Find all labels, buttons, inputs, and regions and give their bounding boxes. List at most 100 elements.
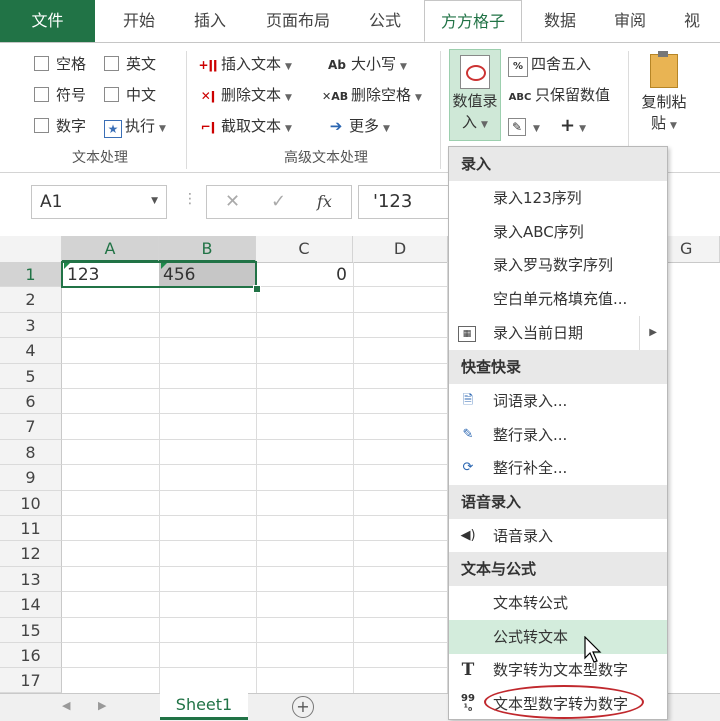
grid-line — [159, 262, 160, 693]
checkbox-space[interactable]: 空格 — [34, 51, 86, 77]
row-header[interactable]: 14 — [0, 592, 62, 618]
row-complete-icon: ⟳ — [462, 460, 474, 475]
tab-view[interactable]: 视 — [672, 0, 720, 42]
grid-line — [62, 388, 448, 389]
row-header[interactable]: 15 — [0, 617, 62, 643]
chevron-down-icon: ▼ — [533, 124, 540, 134]
tab-insert[interactable]: 插入 — [178, 0, 242, 42]
insert-text-button[interactable]: +ǀǀ 插入文本 ▼ — [198, 51, 292, 77]
checkbox-chinese[interactable]: 中文 — [104, 82, 156, 108]
speaker-icon: ◀) — [460, 528, 476, 543]
checkbox-number[interactable]: 数字 — [34, 113, 86, 139]
execute-button[interactable]: ★ 执行 ▼ — [104, 113, 166, 139]
menu-item-text-to-formula[interactable]: 文本转公式 — [449, 586, 667, 620]
chevron-down-icon: ▼ — [481, 120, 488, 130]
row-header[interactable]: 16 — [0, 643, 62, 669]
tab-review[interactable]: 审阅 — [600, 0, 660, 42]
insert-function-icon[interactable]: fx — [317, 192, 332, 211]
menu-item-roman-sequence[interactable]: 录入罗马数字序列 — [449, 248, 667, 282]
row-header[interactable]: 10 — [0, 490, 62, 516]
abc-icon: ABC — [508, 92, 532, 103]
chevron-down-icon: ▼ — [285, 93, 292, 103]
menu-item-fill-blank[interactable]: 空白单元格填充值... — [449, 282, 667, 316]
column-header-g[interactable]: G — [668, 236, 720, 262]
scroll-right-icon[interactable]: ▶ — [98, 699, 106, 712]
row-header[interactable]: 8 — [0, 439, 62, 466]
more-options-icon: ⋮ — [183, 191, 197, 207]
value-entry-button[interactable]: 数值录 入 ▼ — [449, 49, 501, 141]
column-header-d[interactable]: D — [353, 236, 448, 262]
edit-sheet-icon: ✎ — [508, 118, 526, 136]
row-header[interactable]: 2 — [0, 287, 62, 313]
tab-file[interactable]: 文件 — [0, 0, 95, 42]
round-icon: % — [508, 57, 528, 77]
row-header[interactable]: 7 — [0, 414, 62, 440]
scroll-left-icon[interactable]: ◀ — [62, 699, 70, 712]
ribbon-separator — [440, 51, 441, 169]
grid-line — [62, 362, 448, 364]
menu-item-row-complete[interactable]: ⟳ 整行补全... — [449, 451, 667, 485]
menu-section-voice: 语音录入 — [449, 485, 667, 519]
tab-formulas[interactable]: 公式 — [354, 0, 416, 42]
extract-text-button[interactable]: ⌐ǀ 截取文本 ▼ — [198, 113, 292, 139]
column-header-a[interactable]: A — [62, 236, 159, 262]
menu-item-voice-entry[interactable]: ◀) 语音录入 — [449, 519, 667, 553]
round-button[interactable]: % 四舍五入 — [508, 51, 591, 77]
grid-line — [62, 438, 448, 440]
checkbox-symbol[interactable]: 符号 — [34, 82, 86, 108]
row-header[interactable]: 11 — [0, 516, 62, 542]
cell-a1[interactable]: 123 — [67, 263, 99, 288]
checkbox-icon — [34, 118, 49, 133]
delete-text-button[interactable]: ✕ǀ 删除文本 ▼ — [198, 82, 292, 108]
value-entry-icon — [460, 55, 490, 89]
more-button[interactable]: ➔ 更多 ▼ — [326, 113, 390, 139]
cell-b1[interactable]: 456 — [163, 263, 195, 288]
add-dropdown-button[interactable]: + ▼ — [560, 113, 586, 139]
cancel-icon[interactable]: ✕ — [225, 191, 240, 212]
menu-item-current-date[interactable]: ▦ 录入当前日期 ▶ — [449, 316, 667, 350]
row-header[interactable]: 5 — [0, 363, 62, 389]
tab-data[interactable]: 数据 — [530, 0, 590, 42]
edit-dropdown-button[interactable]: ✎ ▼ — [508, 113, 540, 139]
tab-page-layout[interactable]: 页面布局 — [252, 0, 344, 42]
grid-line — [62, 311, 448, 313]
add-sheet-button[interactable]: + — [292, 696, 314, 718]
formula-input[interactable]: '123 — [358, 185, 450, 219]
row-header[interactable]: 12 — [0, 541, 62, 567]
name-box[interactable]: A1 ▼ — [31, 185, 167, 219]
menu-item-word-entry[interactable]: 🗎 词语录入... — [449, 384, 667, 418]
menu-item-number-to-text[interactable]: T 数字转为文本型数字 — [449, 653, 667, 687]
row-header[interactable]: 17 — [0, 668, 62, 693]
cell-c1[interactable]: 0 — [256, 263, 347, 288]
column-header-c[interactable]: C — [256, 236, 353, 262]
row-header[interactable]: 13 — [0, 566, 62, 593]
grid-line — [62, 515, 448, 516]
row-header[interactable]: 3 — [0, 312, 62, 339]
sheet-tab-sheet1[interactable]: Sheet1 — [160, 693, 248, 720]
case-icon: Ab — [328, 58, 346, 72]
row-header[interactable]: 4 — [0, 338, 62, 364]
keep-values-button[interactable]: ABC 只保留数值 — [508, 82, 610, 108]
menu-item-abc-sequence[interactable]: 录入ABC序列 — [449, 215, 667, 249]
tab-fangfang[interactable]: 方方格子 — [424, 0, 522, 42]
grid-line — [62, 489, 448, 491]
select-all-corner[interactable] — [0, 236, 62, 262]
tab-home[interactable]: 开始 — [107, 0, 171, 42]
menu-item-123-sequence[interactable]: 录入123序列 — [449, 181, 667, 215]
clipboard-icon — [650, 51, 678, 88]
menu-item-formula-to-text[interactable]: 公式转文本 — [449, 620, 667, 654]
row-header[interactable]: 6 — [0, 389, 62, 415]
column-header-b[interactable]: B — [159, 236, 256, 262]
menu-item-row-entry[interactable]: ✎ 整行录入... — [449, 418, 667, 452]
row-header[interactable]: 1 — [0, 262, 62, 288]
chevron-down-icon: ▼ — [400, 62, 407, 72]
checkbox-english[interactable]: 英文 — [104, 51, 156, 77]
mouse-cursor-icon — [584, 636, 602, 663]
copy-paste-button[interactable]: 复制粘 贴 ▼ — [634, 49, 694, 141]
text-t-icon: T — [461, 660, 475, 680]
confirm-icon[interactable]: ✓ — [271, 191, 286, 212]
case-button[interactable]: Ab 大小写 ▼ — [326, 51, 407, 77]
extract-text-icon: ⌐ǀ — [200, 120, 216, 134]
remove-spaces-button[interactable]: ✕AB 删除空格 ▼ — [322, 82, 422, 108]
row-header[interactable]: 9 — [0, 465, 62, 491]
